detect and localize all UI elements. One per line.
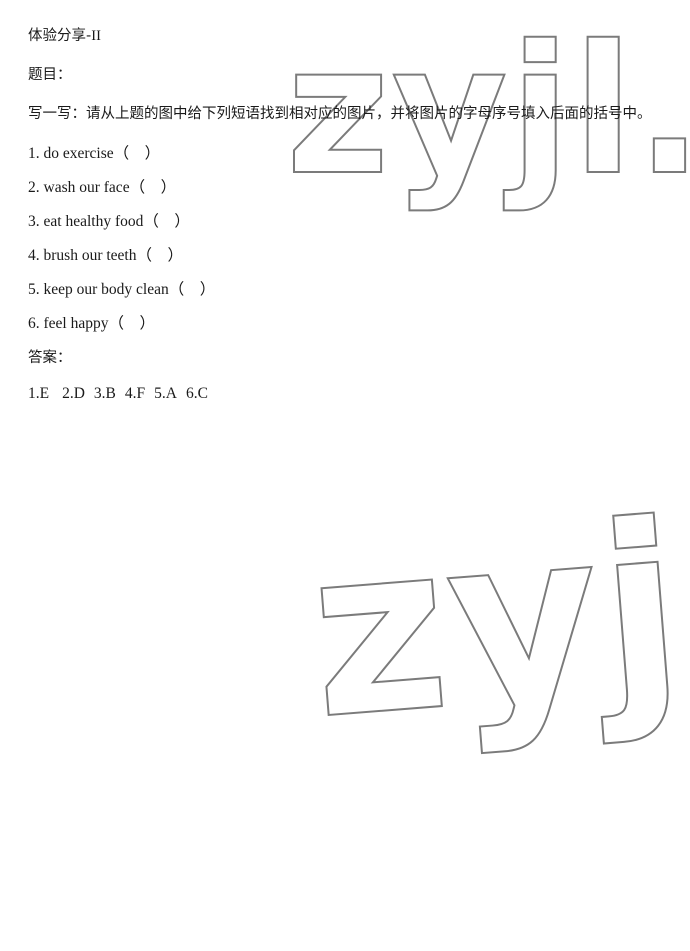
question-number: 6.	[28, 315, 40, 332]
question-text: keep our body clean	[43, 281, 169, 298]
answer-entry: 4.F	[124, 385, 146, 402]
page-title-roman: II	[91, 28, 101, 44]
document-content: 体验分享-II 题目： 写一写：请从上题的图中给下列短语找到相对应的图片，并将图…	[0, 0, 690, 404]
answer-blank[interactable]: （ ）	[108, 315, 155, 332]
answer-entry: 6.C	[185, 385, 208, 402]
question-text: feel happy	[43, 315, 109, 332]
answer-blank[interactable]: （ ）	[169, 281, 216, 298]
question-item: 4. brush our teeth（ ）	[28, 246, 670, 266]
question-text: eat healthy food	[43, 213, 144, 230]
answer-blank[interactable]: （ ）	[143, 213, 190, 230]
answer-entry: 3.B	[93, 385, 116, 402]
watermark-text-bottom: zyjl.cn	[300, 434, 690, 772]
question-text: wash our face	[43, 179, 130, 196]
question-item: 6. feel happy（ ）	[28, 314, 670, 334]
question-number: 4.	[28, 247, 40, 264]
answer-entry: 1.E	[28, 385, 50, 402]
answer-key: 1.E 2.D 3.B 4.F 5.A 6.C	[28, 384, 670, 404]
question-item: 1. do exercise（ ）	[28, 144, 670, 164]
question-number: 1.	[28, 145, 40, 162]
exercise-instructions: 写一写：请从上题的图中给下列短语找到相对应的图片，并将图片的字母序号填入后面的括…	[28, 106, 652, 122]
question-item: 2. wash our face（ ）	[28, 178, 670, 198]
question-item: 3. eat healthy food（ ）	[28, 212, 670, 232]
section-label: 题目：	[28, 67, 72, 83]
question-item: 5. keep our body clean（ ）	[28, 280, 670, 300]
page-title-cn: 体验分享	[28, 28, 86, 44]
answer-blank[interactable]: （ ）	[136, 247, 183, 264]
question-text: brush our teeth	[43, 247, 137, 264]
answer-section-label: 答案：	[28, 350, 72, 366]
question-number: 2.	[28, 179, 40, 196]
answer-blank[interactable]: （ ）	[114, 145, 161, 162]
page-title: 体验分享-II	[28, 26, 670, 46]
question-text: do exercise	[43, 145, 114, 162]
answer-entry: 2.D	[62, 385, 85, 402]
answer-blank[interactable]: （ ）	[130, 179, 177, 196]
document-page: zyjl.cn zyjl.cn 体验分享-II 题目： 写一写：请从上题的图中给…	[0, 0, 690, 951]
question-number: 3.	[28, 213, 40, 230]
answer-entry: 5.A	[154, 385, 177, 402]
question-number: 5.	[28, 281, 40, 298]
